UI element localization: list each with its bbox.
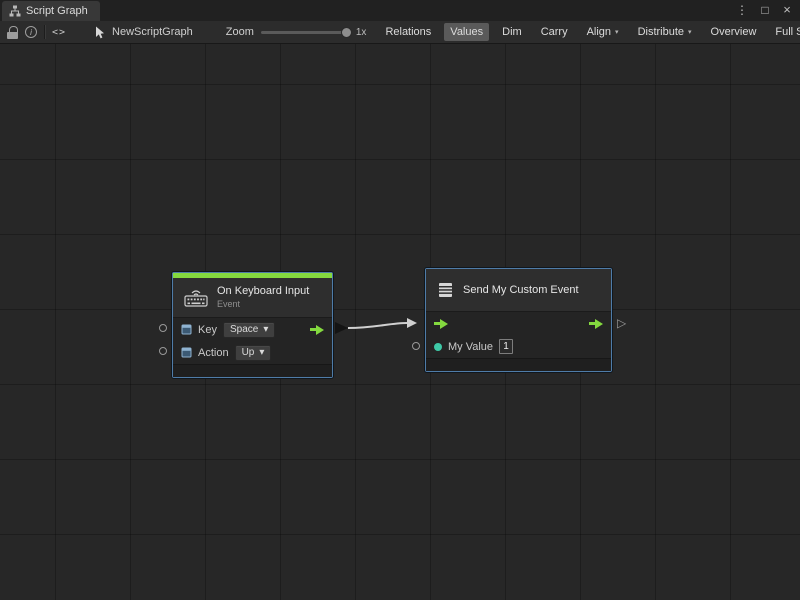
- carry-label: Carry: [541, 26, 568, 38]
- control-input-port[interactable]: [434, 319, 448, 329]
- script-graph-icon: [9, 5, 21, 17]
- port-label: My Value: [448, 341, 493, 353]
- zoom-value: 1x: [356, 27, 367, 38]
- node-title: On Keyboard Input: [217, 285, 309, 298]
- chevron-down-icon: ▾: [615, 28, 619, 36]
- relations-label: Relations: [385, 26, 431, 38]
- info-icon[interactable]: i: [25, 26, 37, 38]
- action-dropdown-value: Up: [242, 347, 255, 359]
- node-header[interactable]: Send My Custom Event: [426, 269, 611, 312]
- control-output-port[interactable]: [310, 325, 324, 335]
- node-footer: [426, 358, 611, 371]
- align-dropdown-button[interactable]: Align ▾: [581, 23, 625, 41]
- tab-title: Script Graph: [26, 5, 88, 17]
- keyboard-icon: [183, 288, 209, 307]
- values-label: Values: [450, 26, 483, 38]
- port-row-my-value: My Value 1: [426, 335, 611, 358]
- external-port-circle-my-value[interactable]: [412, 342, 420, 350]
- kebab-menu-icon[interactable]: ⋮: [736, 4, 748, 16]
- node-send-my-custom-event[interactable]: Send My Custom Event My Value 1: [425, 268, 612, 372]
- node-title: Send My Custom Event: [463, 284, 579, 297]
- code-view-icon[interactable]: <>: [52, 27, 66, 38]
- custom-event-icon: [436, 281, 455, 299]
- action-dropdown[interactable]: Up ▾: [235, 345, 272, 361]
- my-value-input[interactable]: 1: [499, 339, 513, 354]
- toolbar-buttons: Relations Values Dim Carry Align ▾ Distr…: [379, 23, 800, 41]
- fullscreen-button[interactable]: Full S: [769, 23, 800, 41]
- chevron-down-icon: ▾: [259, 347, 264, 359]
- node-footer: [173, 364, 332, 377]
- overview-button[interactable]: Overview: [705, 23, 763, 41]
- dim-label: Dim: [502, 26, 522, 38]
- external-control-output-icon[interactable]: ▷: [617, 317, 626, 329]
- graph-canvas[interactable]: On Keyboard Input Event Key Space ▾: [0, 44, 800, 600]
- control-output-port[interactable]: [589, 319, 603, 329]
- wire-start-arrow-icon[interactable]: [335, 322, 348, 334]
- wire-end-arrow-icon[interactable]: [407, 318, 417, 328]
- overview-label: Overview: [711, 26, 757, 38]
- connection-layer: [0, 44, 800, 600]
- close-icon[interactable]: ×: [782, 3, 792, 16]
- node-subtitle: Event: [217, 299, 309, 310]
- values-button[interactable]: Values: [444, 23, 489, 41]
- type-icon: [181, 347, 192, 358]
- key-dropdown-value: Space: [230, 324, 258, 336]
- carry-button[interactable]: Carry: [535, 23, 574, 41]
- node-title-block: On Keyboard Input Event: [217, 285, 309, 310]
- graph-toolbar: i <> NewScriptGraph Zoom 1x Relations Va…: [0, 21, 800, 44]
- value-port-icon[interactable]: [434, 343, 442, 351]
- node-header[interactable]: On Keyboard Input Event: [173, 278, 332, 318]
- graph-asset-icon: [95, 26, 105, 39]
- fullscreen-label: Full S: [775, 26, 800, 38]
- graph-name-label[interactable]: NewScriptGraph: [112, 26, 193, 38]
- align-label: Align: [587, 26, 611, 38]
- tab-bar: Script Graph ⋮ □ ×: [0, 0, 800, 21]
- distribute-label: Distribute: [638, 26, 684, 38]
- chevron-down-icon: ▾: [263, 324, 268, 336]
- connection-wire[interactable]: [348, 323, 407, 328]
- toolbar-divider: [44, 25, 45, 39]
- node-on-keyboard-input[interactable]: On Keyboard Input Event Key Space ▾: [172, 272, 333, 378]
- zoom-slider[interactable]: [261, 31, 349, 34]
- window-controls: ⋮ □ ×: [736, 3, 792, 16]
- port-label: Action: [198, 347, 229, 359]
- type-icon: [181, 324, 192, 335]
- script-graph-window: Script Graph ⋮ □ × i <> NewScriptGraph Z…: [0, 0, 800, 600]
- lock-icon[interactable]: [7, 26, 18, 39]
- tab-script-graph[interactable]: Script Graph: [2, 1, 100, 21]
- control-flow-row: [426, 312, 611, 335]
- distribute-dropdown-button[interactable]: Distribute ▾: [632, 23, 698, 41]
- maximize-icon[interactable]: □: [760, 4, 770, 16]
- chevron-down-icon: ▾: [688, 28, 692, 36]
- key-dropdown[interactable]: Space ▾: [223, 322, 275, 338]
- external-port-circle-action[interactable]: [159, 347, 167, 355]
- port-row-key: Key Space ▾: [173, 318, 332, 341]
- relations-button[interactable]: Relations: [379, 23, 437, 41]
- port-row-action: Action Up ▾: [173, 341, 332, 364]
- external-port-circle-key[interactable]: [159, 324, 167, 332]
- zoom-slider-handle[interactable]: [341, 27, 352, 38]
- zoom-label: Zoom: [226, 26, 254, 38]
- dim-button[interactable]: Dim: [496, 23, 528, 41]
- port-label: Key: [198, 324, 217, 336]
